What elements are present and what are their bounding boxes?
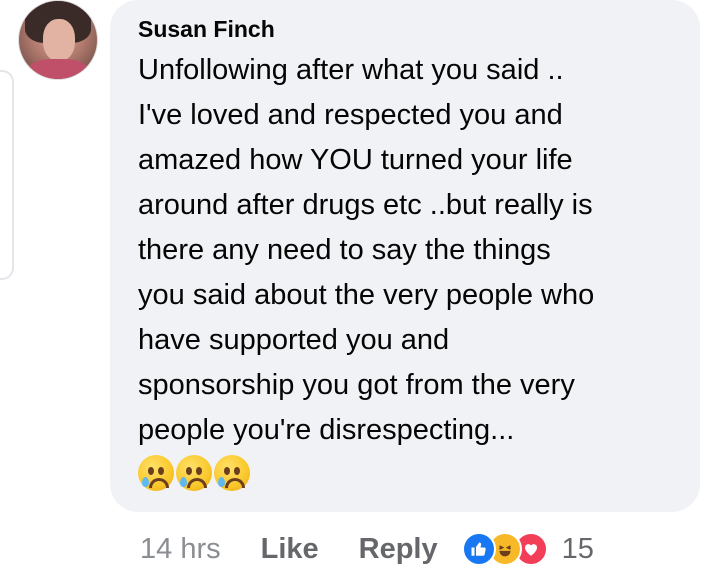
comment-author[interactable]: Susan Finch	[138, 14, 676, 44]
reply-thread-line	[0, 70, 14, 280]
comment-timestamp[interactable]: 14 hrs	[140, 533, 221, 566]
reply-button[interactable]: Reply	[359, 533, 438, 566]
sad-relieved-face-icon	[138, 455, 174, 491]
comment-emojis	[138, 455, 676, 491]
comment-bubble: Susan Finch Unfollowing after what you s…	[110, 0, 700, 512]
reaction-count[interactable]: 15	[562, 533, 594, 566]
like-icon	[461, 532, 496, 566]
avatar-face	[43, 19, 75, 61]
comment-text: Unfollowing after what you said .. I've …	[138, 54, 595, 446]
sad-relieved-face-icon	[176, 455, 212, 491]
avatar-shirt	[27, 59, 89, 79]
like-button[interactable]: Like	[261, 533, 319, 566]
avatar[interactable]	[18, 0, 98, 80]
sad-relieved-face-icon	[214, 455, 250, 491]
reaction-summary[interactable]	[461, 532, 548, 566]
comment-actions: 14 hrs Like Reply 15	[140, 528, 594, 570]
